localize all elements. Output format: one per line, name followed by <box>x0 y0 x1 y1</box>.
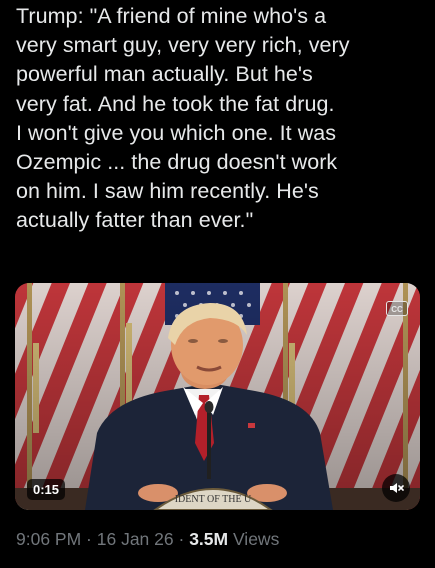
seal-text: IDENT OF THE U <box>175 494 252 505</box>
tweet-text-line: Trump: "A friend of mine who's a <box>16 4 327 28</box>
video-duration: 0:15 <box>33 482 60 497</box>
closed-captions-icon[interactable]: CC <box>386 301 408 316</box>
tweet-text-line: Ozempic ... the drug doesn't work <box>16 150 338 175</box>
video-player[interactable]: IDENT OF THE U CC 0:15 <box>15 283 420 510</box>
meta-separator: · <box>81 529 97 549</box>
tweet-text-line: very fat. And he took the fat drug. <box>16 91 335 116</box>
video-frame: IDENT OF THE U <box>15 283 420 510</box>
tweet-time[interactable]: 9:06 PM <box>16 529 81 549</box>
cc-label: CC <box>391 305 403 314</box>
views-count[interactable]: 3.5M <box>189 529 228 549</box>
mute-button[interactable] <box>382 474 410 502</box>
muted-speaker-icon <box>390 483 404 493</box>
meta-separator: · <box>173 529 190 549</box>
tweet-date[interactable]: 16 Jan 26 <box>97 529 174 549</box>
tweet-meta: 9:06 PM · 16 Jan 26 · 3.5M Views <box>16 529 279 550</box>
tweet-text-line: actually fatter than ever." <box>16 208 254 233</box>
tweet-text-line: powerful man actually. But he's <box>16 62 313 87</box>
tweet-text-line: on him. I saw him recently. He's <box>16 179 319 204</box>
tweet-text-line: very smart guy, very very rich, very <box>16 33 350 58</box>
tweet-text-line: I won't give you which one. It was <box>16 120 337 145</box>
video-duration-badge: 0:15 <box>27 479 66 500</box>
views-label: Views <box>228 529 280 549</box>
tweet-text: Trump: "A friend of mine who's a very sm… <box>16 2 428 236</box>
